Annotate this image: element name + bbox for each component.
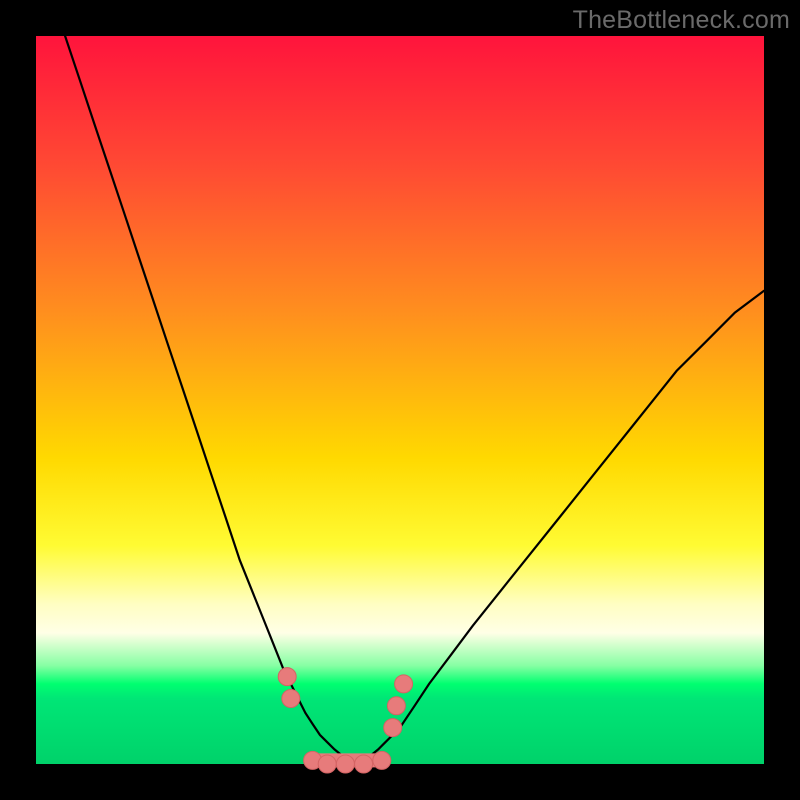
chart-frame: TheBottleneck.com xyxy=(0,0,800,800)
sample-markers xyxy=(278,668,412,773)
sample-marker xyxy=(384,719,402,737)
curve-left-arm xyxy=(65,36,356,763)
chart-svg xyxy=(36,36,764,764)
sample-marker xyxy=(278,668,296,686)
sample-marker xyxy=(395,675,413,693)
sample-marker xyxy=(387,697,405,715)
sample-marker xyxy=(318,755,336,773)
sample-marker xyxy=(282,690,300,708)
sample-marker xyxy=(355,755,373,773)
curve-right-arm xyxy=(356,291,764,763)
sample-marker xyxy=(373,751,391,769)
watermark-text: TheBottleneck.com xyxy=(573,6,790,35)
sample-marker xyxy=(336,755,354,773)
